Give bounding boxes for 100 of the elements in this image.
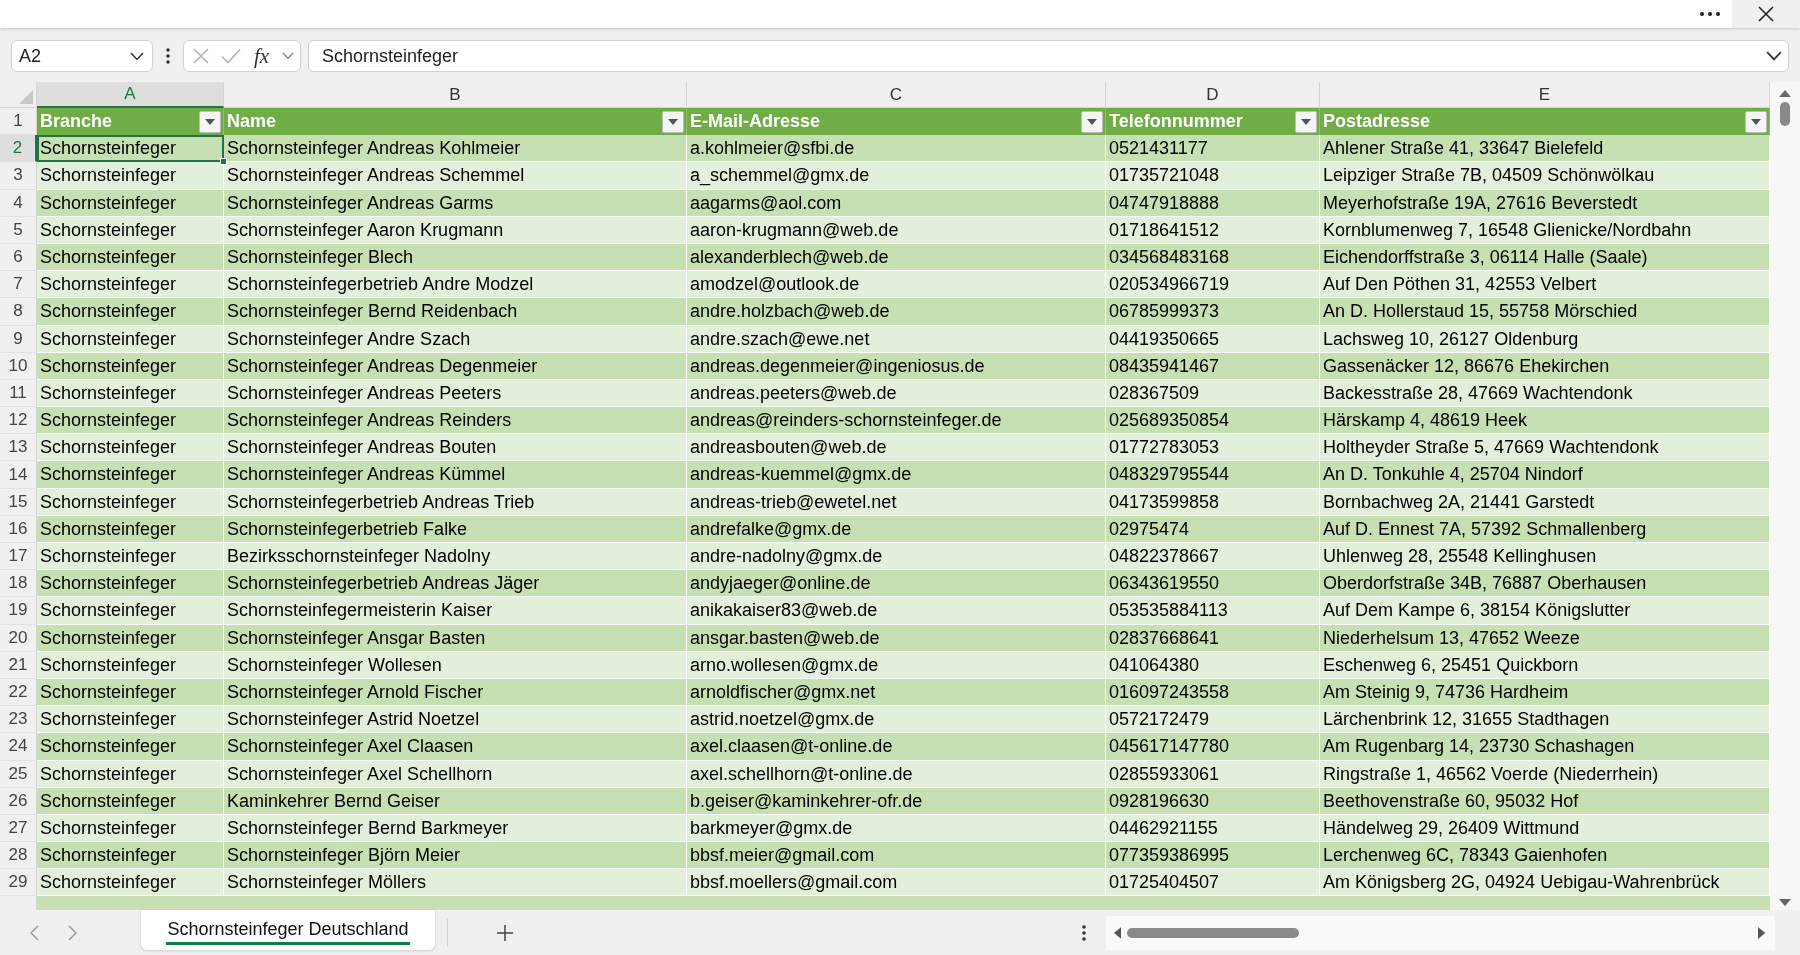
table-cell: andreas-trieb@ewetel.net (687, 488, 1106, 516)
vertical-scrollbar[interactable] (1770, 82, 1800, 910)
row-header[interactable]: 24 (0, 733, 37, 761)
table-cell: 0521431177 (1106, 135, 1320, 163)
table-cell: 025689350854 (1106, 407, 1320, 435)
table-cell: 04822378667 (1106, 543, 1320, 571)
row-header[interactable]: 18 (0, 570, 37, 598)
table-cell: 01725404507 (1106, 869, 1320, 897)
chevron-down-icon[interactable] (130, 51, 144, 61)
table-cell: Schornsteinfeger Bernd Reidenbach (224, 298, 687, 326)
horizontal-scrollbar[interactable] (1106, 915, 1775, 950)
column-header[interactable]: C (687, 82, 1106, 108)
table-cell: a_schemmel@gmx.de (687, 162, 1106, 190)
vertical-dots-icon[interactable] (1082, 924, 1086, 941)
vertical-dots-icon[interactable] (166, 48, 170, 64)
table-cell: Schornsteinfeger Andreas Kohlmeier (224, 135, 687, 163)
row-header[interactable]: 20 (0, 624, 37, 652)
fill-handle[interactable] (220, 158, 227, 166)
table-cell: Auf Dem Kampe 6, 38154 Königslutter (1320, 597, 1770, 625)
row-header[interactable]: 10 (0, 352, 37, 380)
row-header[interactable]: 11 (0, 379, 37, 408)
row-header[interactable]: 14 (0, 461, 37, 489)
row-header[interactable]: 3 (0, 162, 37, 190)
table-cell: Schornsteinfeger Aaron Krugmann (224, 216, 687, 244)
triangle-up-icon[interactable] (1779, 90, 1791, 98)
table-cell: Niederhelsum 13, 47652 Weeze (1320, 624, 1770, 652)
table-cell: 01718641512 (1106, 216, 1320, 244)
sheet-tab[interactable]: Schornsteinfeger Deutschland (141, 910, 435, 950)
caret-down-icon[interactable] (1751, 118, 1761, 125)
table-cell: Schornsteinfeger Andreas Bouten (224, 434, 687, 462)
triangle-left-icon[interactable] (1114, 926, 1122, 939)
row-header[interactable]: 22 (0, 678, 37, 707)
row-header[interactable]: 4 (0, 189, 37, 217)
table-cell: 06785999373 (1106, 298, 1320, 326)
table-cell: bbsf.meier@gmail.com (687, 842, 1106, 870)
column-header[interactable]: E (1320, 82, 1770, 108)
table-cell: Schornsteinfeger (37, 461, 224, 489)
plus-icon[interactable] (496, 923, 514, 942)
header-label: Telefonnummer (1109, 111, 1243, 133)
selected-cell[interactable]: Schornsteinfeger (37, 135, 224, 163)
table-cell: andre.szach@ewe.net (687, 325, 1106, 353)
table-cell: Schornsteinfeger Axel Claasen (224, 733, 687, 761)
formula-field[interactable]: Schornsteinfeger (308, 40, 1789, 72)
row-header[interactable]: 28 (0, 842, 37, 870)
table-cell: Eschenweg 6, 25451 Quickborn (1320, 651, 1770, 679)
filter-button[interactable] (1295, 110, 1317, 133)
caret-down-icon[interactable] (668, 118, 678, 125)
row-header[interactable]: 2 (0, 135, 37, 163)
table-cell: Schornsteinfeger Ansgar Basten (224, 624, 687, 652)
table-cell: Schornsteinfeger Axel Schellhorn (224, 760, 687, 788)
filter-button[interactable] (662, 110, 684, 133)
row-header[interactable]: 26 (0, 787, 37, 815)
function-button[interactable]: fx (252, 44, 271, 68)
filter-button[interactable] (1081, 110, 1103, 133)
more-icon[interactable] (1700, 12, 1720, 16)
close-icon[interactable] (1758, 6, 1774, 22)
filter-button[interactable] (1745, 110, 1767, 133)
caret-down-icon[interactable] (1087, 118, 1097, 125)
name-box[interactable]: A2 (11, 40, 153, 72)
row-header[interactable]: 17 (0, 543, 37, 571)
row-header[interactable]: 5 (0, 216, 37, 244)
table-cell: Schornsteinfeger (37, 162, 224, 190)
row-header[interactable]: 16 (0, 515, 37, 543)
row-header[interactable]: 23 (0, 706, 37, 734)
row-header[interactable]: 25 (0, 760, 37, 788)
table-cell: Schornsteinfegerbetrieb Falke (224, 515, 687, 543)
table-cell: andreas.degenmeier@ingeniosus.de (687, 352, 1106, 380)
row-header[interactable]: 19 (0, 597, 37, 625)
table-cell: 020534966719 (1106, 271, 1320, 299)
caret-down-icon[interactable] (1301, 118, 1311, 125)
filter-button[interactable] (199, 110, 221, 133)
table-cell: Schornsteinfeger (37, 760, 224, 788)
scroll-thumb[interactable] (1127, 927, 1300, 938)
checkmark-icon[interactable] (220, 48, 241, 64)
triangle-down-icon[interactable] (1779, 898, 1791, 906)
row-header[interactable]: 15 (0, 488, 37, 516)
table-cell: 0928196630 (1106, 787, 1320, 815)
table-cell: Schornsteinfeger (37, 243, 224, 272)
table-cell: Schornsteinfeger (37, 869, 224, 897)
row-header[interactable]: 13 (0, 434, 37, 462)
scroll-thumb[interactable] (1780, 102, 1790, 127)
table-cell: Beethovenstraße 60, 95032 Hof (1320, 787, 1770, 815)
row-header[interactable]: 21 (0, 651, 37, 679)
row-header[interactable]: 7 (0, 271, 37, 299)
chevron-down-icon[interactable] (1766, 51, 1782, 61)
close-button[interactable] (1732, 0, 1800, 28)
column-header[interactable]: D (1106, 82, 1320, 108)
row-header[interactable]: 27 (0, 814, 37, 843)
column-header[interactable]: A (37, 82, 224, 108)
triangle-right-icon[interactable] (1757, 926, 1765, 939)
row-header[interactable]: 6 (0, 243, 37, 272)
table-cell: Schornsteinfeger (37, 271, 224, 299)
caret-down-icon[interactable] (205, 118, 215, 125)
row-header[interactable]: 12 (0, 407, 37, 435)
row-header[interactable]: 1 (0, 108, 37, 136)
row-header[interactable]: 9 (0, 325, 37, 353)
row-header[interactable]: 29 (0, 869, 37, 897)
row-header[interactable]: 8 (0, 298, 37, 326)
column-header[interactable]: B (224, 82, 687, 108)
table-cell: andrefalke@gmx.de (687, 515, 1106, 543)
